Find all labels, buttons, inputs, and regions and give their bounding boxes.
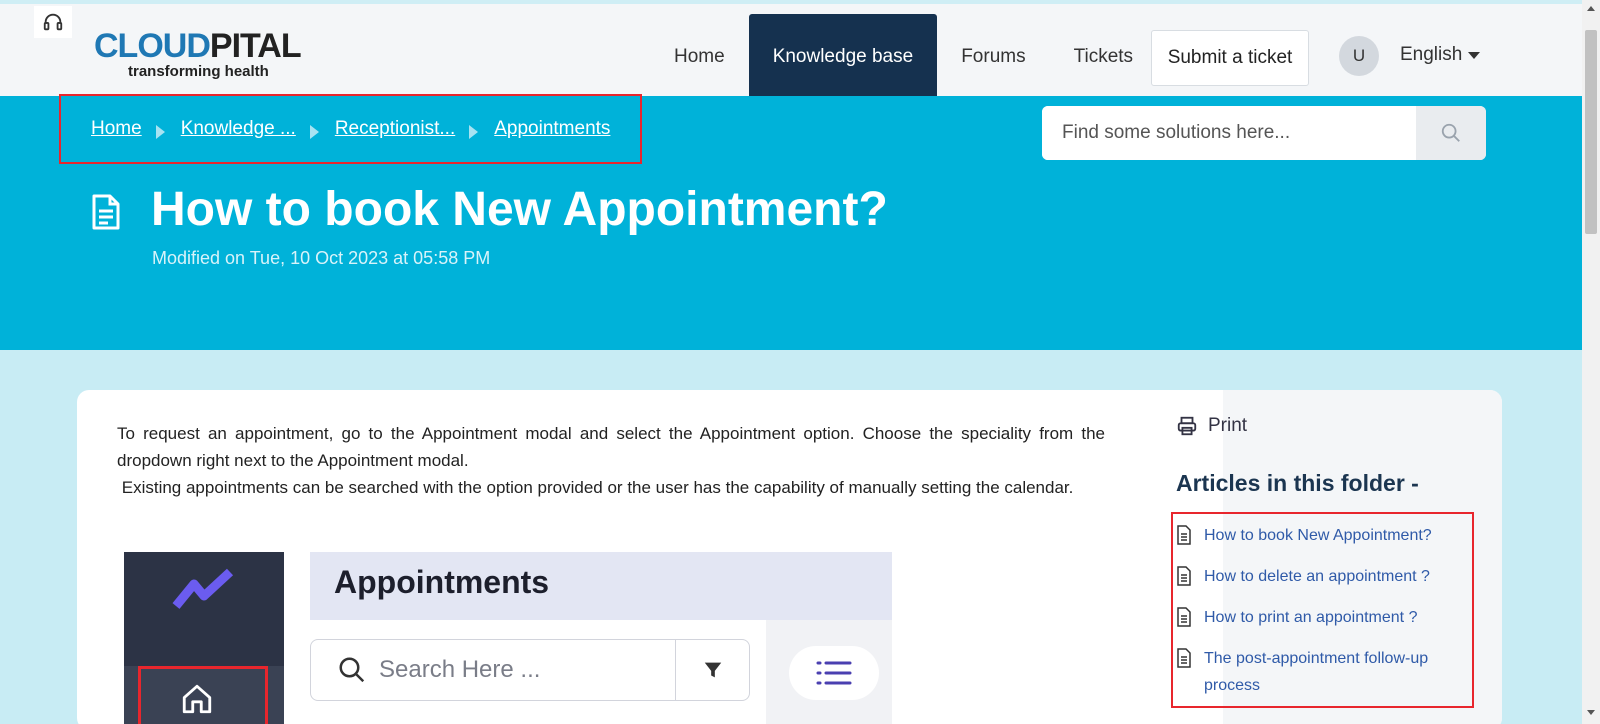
- article-icon: [1177, 566, 1191, 586]
- logo-part2: PITAL: [209, 27, 302, 65]
- article-link[interactable]: How to delete an appointment ?: [1204, 563, 1430, 590]
- logo-tagline: transforming health: [128, 63, 269, 80]
- print-label: Print: [1208, 415, 1248, 436]
- caret-down-icon: [1468, 51, 1481, 59]
- search-button[interactable]: [1416, 106, 1486, 160]
- folder-articles-heading: Articles in this folder -: [1176, 470, 1419, 496]
- filter-icon: [675, 640, 749, 700]
- breadcrumb-receptionist[interactable]: Receptionist...: [335, 118, 455, 140]
- article-icon: [1177, 648, 1191, 668]
- list-view-icon: [789, 646, 879, 700]
- breadcrumb-knowledge-base[interactable]: Knowledge ...: [181, 118, 296, 140]
- article-screenshot: Appointments Search Here ...: [124, 552, 892, 724]
- app-logo-icon: [172, 566, 236, 619]
- screenshot-search-placeholder: Search Here ...: [379, 656, 541, 683]
- document-icon: [90, 192, 122, 237]
- nav-tickets[interactable]: Tickets: [1050, 14, 1157, 100]
- logo-part1: CLOUD: [94, 27, 211, 65]
- scroll-thumb[interactable]: [1585, 30, 1597, 234]
- page-title: How to book New Appointment?: [151, 183, 888, 236]
- solutions-search: [1042, 106, 1486, 160]
- list-item: How to book New Appointment?: [1176, 522, 1466, 549]
- nav-home[interactable]: Home: [650, 14, 749, 100]
- article-link[interactable]: How to print an appointment ?: [1204, 604, 1417, 631]
- scroll-up-icon[interactable]: [1587, 6, 1595, 11]
- printer-icon: [1177, 416, 1197, 436]
- print-button[interactable]: Print: [1176, 415, 1247, 437]
- language-label: English: [1400, 44, 1463, 65]
- breadcrumb-home[interactable]: Home: [91, 118, 142, 140]
- nav-forums[interactable]: Forums: [937, 14, 1049, 100]
- modified-date: Modified on Tue, 10 Oct 2023 at 05:58 PM: [152, 248, 491, 268]
- user-avatar[interactable]: U: [1339, 36, 1379, 76]
- breadcrumb-separator-icon: [309, 125, 319, 139]
- language-selector[interactable]: English: [1400, 44, 1481, 66]
- cloudpital-logo[interactable]: CLOUDPITAL transforming health: [94, 27, 302, 84]
- headset-icon[interactable]: [34, 6, 72, 38]
- page-scrollbar[interactable]: [1582, 0, 1600, 724]
- screenshot-title: Appointments: [334, 564, 550, 600]
- nav-knowledge-base[interactable]: Knowledge base: [748, 14, 938, 100]
- breadcrumb-appointments[interactable]: Appointments: [494, 118, 610, 140]
- breadcrumb: Home Knowledge ... Receptionist... Appoi…: [91, 118, 610, 140]
- main-nav: Home Knowledge base Forums Tickets: [650, 14, 1157, 100]
- article-icon: [1177, 525, 1191, 545]
- list-item: How to print an appointment ?: [1176, 604, 1466, 631]
- breadcrumb-separator-icon: [155, 125, 165, 139]
- search-icon: [339, 657, 365, 683]
- scroll-down-icon[interactable]: [1587, 710, 1595, 715]
- article-body: To request an appointment, go to the App…: [117, 420, 1105, 501]
- search-icon: [1441, 123, 1460, 142]
- screenshot-search: Search Here ...: [310, 639, 750, 701]
- list-item: How to delete an appointment ?: [1176, 563, 1466, 590]
- breadcrumb-separator-icon: [469, 125, 479, 139]
- article-paragraph: To request an appointment, go to the App…: [117, 424, 1105, 470]
- submit-ticket-button[interactable]: Submit a ticket: [1151, 30, 1309, 86]
- article-paragraph: Existing appointments can be searched wi…: [121, 478, 1074, 497]
- article-icon: [1177, 607, 1191, 627]
- home-icon: [180, 682, 214, 721]
- article-link[interactable]: The post-appointment follow-up process: [1204, 645, 1466, 699]
- search-input[interactable]: [1042, 106, 1416, 160]
- folder-article-list: How to book New Appointment? How to dele…: [1176, 522, 1466, 713]
- article-link[interactable]: How to book New Appointment?: [1204, 522, 1432, 549]
- list-item: The post-appointment follow-up process: [1176, 645, 1466, 699]
- top-navbar: CLOUDPITAL transforming health Home Know…: [0, 0, 1600, 100]
